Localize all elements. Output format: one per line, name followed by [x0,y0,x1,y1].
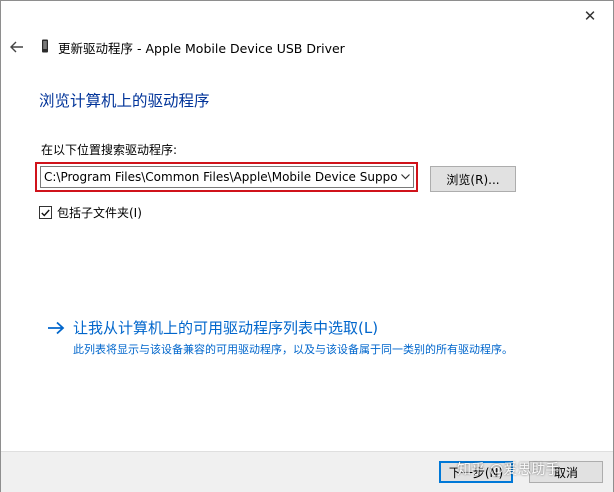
right-arrow-icon [48,321,65,334]
driver-update-dialog: ✕ 更新驱动程序 - Apple Mobile Device USB Drive… [0,0,614,492]
search-path-value[interactable]: C:\Program Files\Common Files\Apple\Mobi… [41,170,397,184]
close-icon: ✕ [583,7,597,25]
include-subfolders-option[interactable]: 包括子文件夹(I) [39,204,142,221]
page-heading: 浏览计算机上的驱动程序 [39,92,210,110]
dialog-title: 更新驱动程序 - Apple Mobile Device USB Driver [58,41,345,56]
checkmark-icon [41,209,50,217]
search-location-label: 在以下位置搜索驱动程序: [41,143,178,157]
pick-from-list-title[interactable]: 让我从计算机上的可用驱动程序列表中选取(L) [73,317,378,338]
browse-button[interactable]: 浏览(R)... [430,166,516,192]
chevron-down-icon[interactable] [397,167,413,187]
back-arrow-icon [10,41,23,53]
search-path-combobox[interactable]: C:\Program Files\Common Files\Apple\Mobi… [40,166,414,188]
cancel-button[interactable]: 取消 [529,461,603,483]
dialog-footer: 下一步(N) 取消 [1,451,613,492]
pick-from-list-link[interactable]: 让我从计算机上的可用驱动程序列表中选取(L) [47,317,378,338]
usb-device-icon [42,39,48,53]
include-subfolders-label: 包括子文件夹(I) [57,206,142,220]
next-button[interactable]: 下一步(N) [439,461,513,483]
back-button[interactable] [7,37,27,57]
close-button[interactable]: ✕ [567,1,613,31]
include-subfolders-checkbox[interactable] [39,206,52,219]
pick-from-list-description: 此列表将显示与该设备兼容的可用驱动程序，以及与该设备属于同一类别的所有驱动程序。 [73,343,513,356]
